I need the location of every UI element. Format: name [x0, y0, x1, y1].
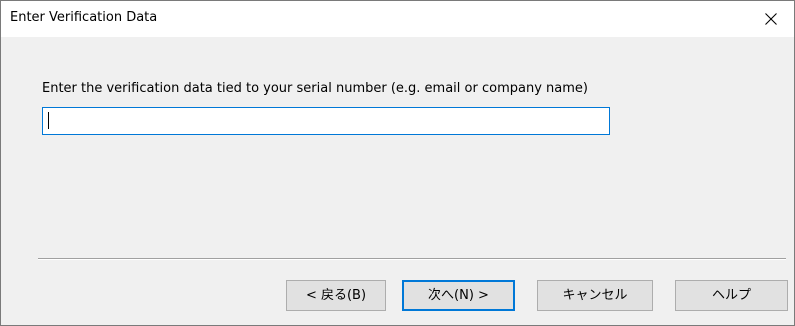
- dialog-title: Enter Verification Data: [10, 10, 158, 25]
- text-caret: [48, 112, 49, 129]
- back-button[interactable]: < 戻る(B): [286, 280, 386, 311]
- close-button[interactable]: [748, 1, 794, 37]
- verification-dialog: Enter Verification Data Enter the verifi…: [0, 0, 795, 326]
- verification-prompt: Enter the verification data tied to your…: [42, 81, 588, 96]
- title-bar[interactable]: Enter Verification Data: [1, 1, 794, 37]
- verification-data-input[interactable]: [42, 107, 610, 135]
- close-icon: [765, 13, 777, 25]
- separator-line: [38, 258, 786, 260]
- cancel-button[interactable]: キャンセル: [537, 280, 653, 311]
- help-button[interactable]: ヘルプ: [675, 280, 788, 311]
- next-button[interactable]: 次へ(N) >: [402, 280, 515, 311]
